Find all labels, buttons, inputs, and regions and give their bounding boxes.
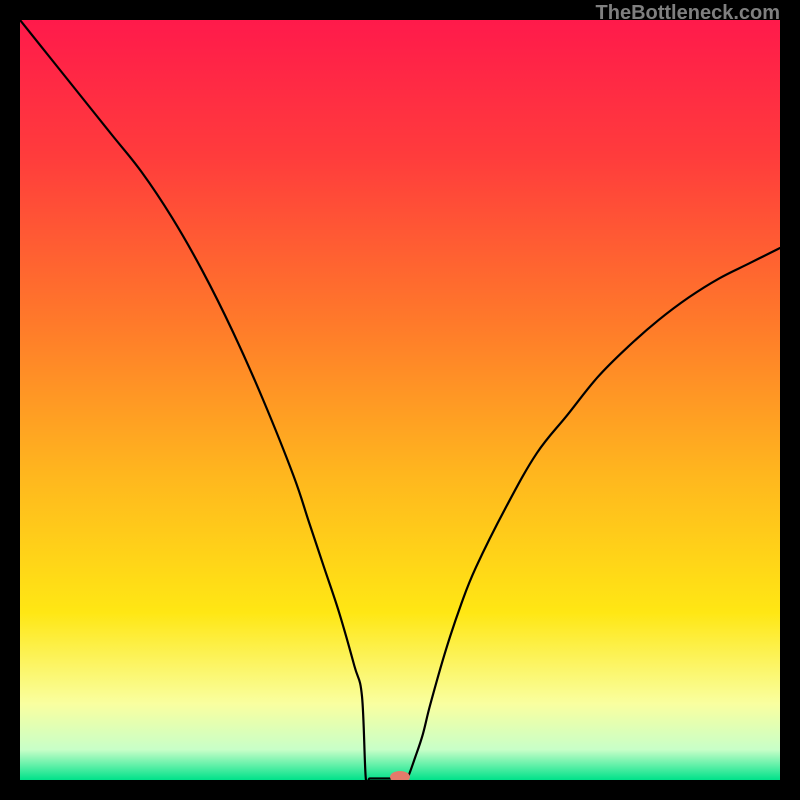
chart-frame: TheBottleneck.com <box>0 0 800 800</box>
chart-plot-area <box>20 20 780 780</box>
gradient-background <box>20 20 780 780</box>
